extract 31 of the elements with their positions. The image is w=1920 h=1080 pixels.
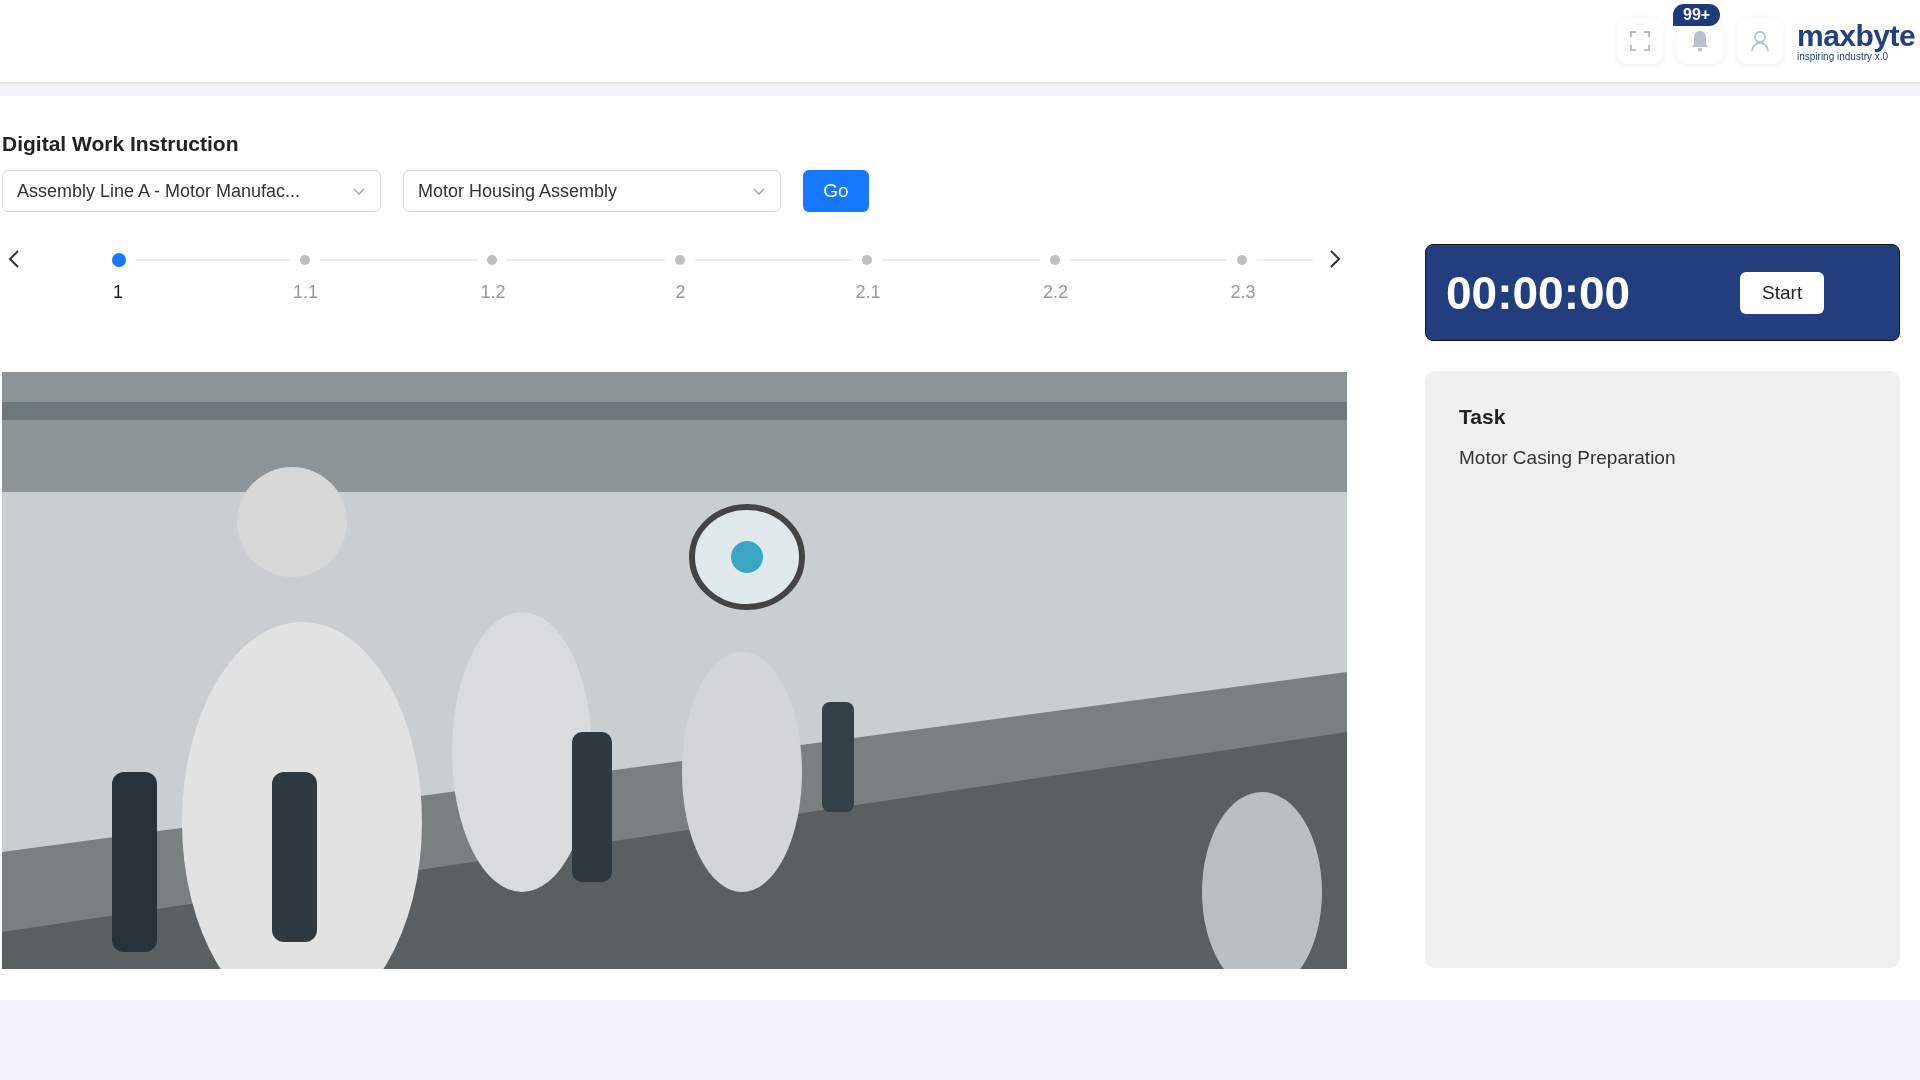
- page-title: Digital Work Instruction: [2, 132, 240, 156]
- start-button[interactable]: Start: [1740, 271, 1825, 314]
- step-label[interactable]: 2.1: [855, 282, 881, 303]
- notification-count-badge: 99+: [1673, 4, 1721, 26]
- go-button[interactable]: Go: [803, 170, 869, 212]
- step-label[interactable]: 2.3: [1230, 282, 1256, 303]
- select-field[interactable]: Assembly Line A - Motor Manufac...: [2, 170, 381, 212]
- step-label[interactable]: 1: [113, 282, 123, 303]
- step-label[interactable]: 1.1: [293, 282, 318, 303]
- chevron-left-icon: [6, 248, 22, 269]
- step-dot[interactable]: [112, 253, 126, 267]
- timer-display: 00:00:00: [1446, 265, 1631, 320]
- chevron-right-icon: [1327, 248, 1343, 269]
- task-description: Motor Casing Preparation: [1459, 447, 1677, 469]
- step-dot[interactable]: [674, 255, 685, 265]
- step-dot[interactable]: [487, 255, 497, 265]
- step-label[interactable]: 2: [675, 282, 686, 303]
- user-button[interactable]: [1737, 18, 1783, 64]
- step-dot[interactable]: [1049, 255, 1060, 265]
- fullscreen-icon: [1630, 31, 1650, 51]
- step-dot[interactable]: [862, 255, 872, 265]
- step-dot[interactable]: [1237, 255, 1247, 265]
- bell-icon: [1691, 30, 1709, 52]
- step-dot[interactable]: [299, 255, 310, 265]
- task-heading: Task: [1459, 405, 1507, 429]
- step-label[interactable]: 2.2: [1043, 282, 1068, 303]
- user-icon: [1750, 30, 1770, 52]
- fullscreen-button[interactable]: [1617, 18, 1663, 64]
- logo-name: maxbyte: [1797, 20, 1917, 51]
- step-label[interactable]: 1.2: [480, 282, 506, 303]
- select-field[interactable]: Motor Housing Assembly: [403, 170, 781, 212]
